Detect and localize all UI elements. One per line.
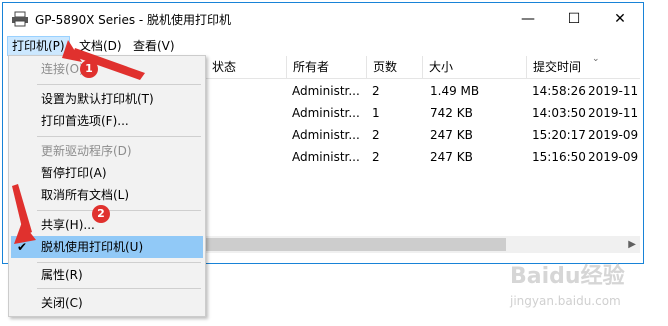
step-badge-1: 1 bbox=[80, 60, 98, 78]
minimize-button[interactable]: — bbox=[505, 3, 551, 35]
menu-printer[interactable]: 打印机(P) bbox=[7, 36, 70, 56]
row-date: 2019-11 bbox=[588, 84, 639, 98]
menu-item-properties[interactable]: 属性(R) bbox=[9, 264, 205, 286]
row-time: 15:20:17 bbox=[532, 128, 586, 142]
menu-separator bbox=[37, 84, 201, 85]
menu-item-cancel-all[interactable]: 取消所有文档(L) bbox=[9, 184, 205, 206]
row-pages: 2 bbox=[372, 84, 380, 98]
menu-separator bbox=[37, 136, 201, 137]
title-bar[interactable]: GP-5890X Series - 脱机使用打印机 — ☐ ✕ bbox=[3, 3, 643, 35]
column-owner[interactable]: 所有者 bbox=[286, 56, 366, 78]
step-badge-2: 2 bbox=[92, 205, 110, 223]
column-status[interactable]: 状态 bbox=[206, 56, 290, 78]
checkmark-icon: ✔ bbox=[17, 240, 28, 254]
menu-item-close[interactable]: 关闭(C) bbox=[9, 292, 205, 314]
menu-item-preferences[interactable]: 打印首选项(F)... bbox=[9, 110, 205, 132]
row-size: 247 KB bbox=[430, 128, 473, 142]
horizontal-scrollbar[interactable]: ▶ bbox=[206, 236, 640, 253]
row-size: 247 KB bbox=[430, 150, 473, 164]
row-owner: Administr... bbox=[292, 150, 360, 164]
menu-separator bbox=[37, 210, 201, 211]
window-title: GP-5890X Series - 脱机使用打印机 bbox=[35, 13, 232, 27]
row-pages: 2 bbox=[372, 128, 380, 142]
row-size: 1.49 MB bbox=[430, 84, 480, 98]
menu-item-update-driver[interactable]: 更新驱动程序(D) bbox=[9, 140, 205, 162]
table-row[interactable]: Administr... 2 247 KB 15:16:50 2019-09 bbox=[206, 146, 640, 168]
menu-separator bbox=[37, 288, 201, 289]
scrollbar-thumb[interactable] bbox=[206, 238, 506, 251]
table-row[interactable]: Administr... 2 247 KB 15:20:17 2019-09 bbox=[206, 124, 640, 146]
row-date: 2019-11 bbox=[588, 106, 639, 120]
printer-menu-dropdown: 连接(O) 设置为默认打印机(T) 打印首选项(F)... 更新驱动程序(D) … bbox=[8, 55, 206, 317]
menu-separator bbox=[37, 262, 201, 263]
row-time: 14:58:26 bbox=[532, 84, 586, 98]
watermark-url: jingyan.baidu.com bbox=[510, 294, 621, 308]
column-submitted[interactable]: 提交时间 bbox=[526, 56, 640, 78]
row-size: 742 KB bbox=[430, 106, 473, 120]
row-time: 15:16:50 bbox=[532, 150, 586, 164]
row-owner: Administr... bbox=[292, 106, 360, 120]
sort-chevron-icon: ⌄ bbox=[592, 54, 600, 64]
menu-item-set-default[interactable]: 设置为默认打印机(T) bbox=[9, 88, 205, 110]
menu-item-connect[interactable]: 连接(O) bbox=[9, 58, 205, 80]
menu-document[interactable]: 文档(D) bbox=[75, 37, 126, 55]
row-pages: 1 bbox=[372, 106, 380, 120]
column-pages[interactable]: 页数 bbox=[366, 56, 422, 78]
list-header: 状态 所有者 页数 大小 提交时间 ⌄ bbox=[206, 54, 640, 79]
menu-item-pause[interactable]: 暂停打印(A) bbox=[9, 162, 205, 184]
maximize-button[interactable]: ☐ bbox=[551, 3, 597, 35]
column-size[interactable]: 大小 bbox=[422, 56, 526, 78]
menu-bar: 打印机(P) 文档(D) 查看(V) bbox=[3, 35, 643, 57]
row-date: 2019-09 bbox=[588, 128, 639, 142]
watermark-logo: Baidu经验 bbox=[510, 264, 625, 289]
row-time: 14:03:50 bbox=[532, 106, 586, 120]
row-owner: Administr... bbox=[292, 128, 360, 142]
table-row[interactable]: Administr... 1 742 KB 14:03:50 2019-11 bbox=[206, 102, 640, 124]
menu-item-use-offline[interactable]: ✔ 脱机使用打印机(U) bbox=[11, 236, 203, 258]
close-button[interactable]: ✕ bbox=[597, 3, 643, 35]
table-row[interactable]: Administr... 2 1.49 MB 14:58:26 2019-11 bbox=[206, 80, 640, 102]
printer-icon bbox=[12, 11, 28, 27]
row-date: 2019-09 bbox=[588, 150, 639, 164]
watermark: Baidu经验 jingyan.baidu.com bbox=[506, 254, 666, 320]
scroll-right-arrow-icon[interactable]: ▶ bbox=[628, 236, 636, 253]
row-pages: 2 bbox=[372, 150, 380, 164]
menu-view[interactable]: 查看(V) bbox=[129, 37, 179, 55]
row-owner: Administr... bbox=[292, 84, 360, 98]
